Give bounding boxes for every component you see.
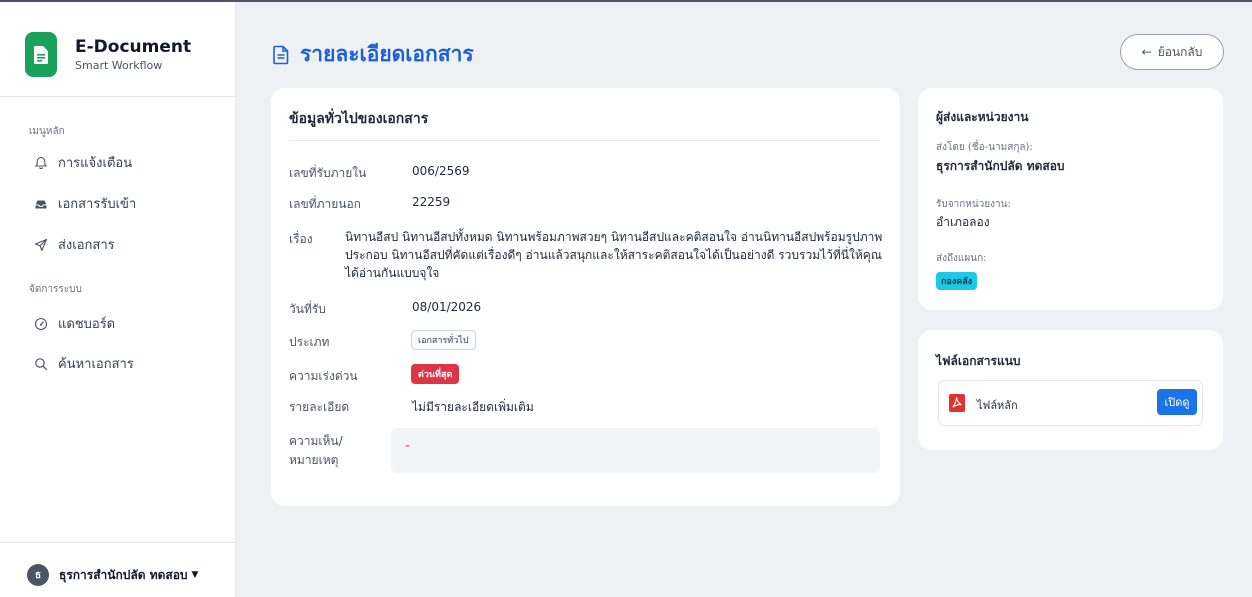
- avatar: ธ: [27, 564, 49, 586]
- remark-label: ความเห็น/ หมายเหตุ: [289, 432, 343, 470]
- sidebar-divider: [0, 96, 236, 97]
- arrow-left-icon: ←: [1141, 45, 1152, 59]
- internal-no-value: 006/2569: [412, 164, 470, 178]
- dept-badge: กองคลัง: [936, 272, 978, 290]
- sidebar-item-label: เอกสารรับเข้า: [58, 197, 137, 212]
- urgency-badge: ด่วนที่สุด: [411, 364, 460, 384]
- inbox-icon: [35, 200, 47, 208]
- gauge-icon: [34, 317, 48, 330]
- type-label: ประเภท: [289, 335, 330, 349]
- file-name: ไฟล์หลัก: [977, 399, 1018, 412]
- send-icon: [34, 238, 48, 251]
- card-title: ไฟล์เอกสารแนบ: [936, 354, 1021, 368]
- sidebar: E-Document Smart Workflow เมนูหลัก การแจ…: [0, 2, 236, 597]
- pdf-file-icon: [949, 394, 965, 412]
- document-logo-icon: [25, 32, 57, 77]
- sidebar-item-label: แดชบอร์ด: [58, 317, 116, 332]
- internal-no-label: เลขที่รับภายใน: [289, 166, 367, 180]
- sent-by-value: ธุรการสำนักปลัด ทดสอบ: [936, 159, 1065, 173]
- sidebar-item-incoming[interactable]: เอกสารรับเข้า: [34, 193, 136, 214]
- urgency-label: ความเร่งด่วน: [289, 369, 358, 383]
- remark-label-line1: ความเห็น/: [289, 434, 343, 448]
- sidebar-footer-divider: [0, 542, 236, 543]
- divider: [289, 140, 880, 141]
- document-info-card: ข้อมูลทั่วไปของเอกสาร เลขที่รับภายใน 006…: [271, 88, 900, 506]
- attachments-card: ไฟล์เอกสารแนบ ไฟล์หลัก เปิดดู: [918, 330, 1223, 450]
- document-icon: [273, 45, 289, 64]
- back-button-label: ย้อนกลับ: [1157, 44, 1203, 59]
- sender-card: ผู้ส่งและหน่วยงาน ส่งโดย (ชื่อ-นามสกุล):…: [918, 88, 1223, 310]
- page-title: รายละเอียดเอกสาร: [300, 42, 474, 66]
- sidebar-item-notifications[interactable]: การแจ้งเตือน: [34, 152, 132, 173]
- back-button[interactable]: ← ย้อนกลับ: [1120, 34, 1224, 70]
- search-icon: [35, 357, 48, 370]
- detail-value: ไม่มีรายละเอียดเพิ่มเติม: [412, 400, 534, 414]
- sidebar-item-label: ส่งเอกสาร: [58, 238, 115, 253]
- sidebar-item-search[interactable]: ค้นหาเอกสาร: [34, 353, 134, 374]
- remark-box: -: [391, 428, 880, 473]
- sidebar-item-send[interactable]: ส่งเอกสาร: [34, 234, 115, 255]
- user-menu[interactable]: ธ ธุรการสำนักปลัด ทดสอบ ▼: [27, 564, 198, 586]
- subject-label: เรื่อง: [289, 232, 313, 246]
- sidebar-section-main: เมนูหลัก: [29, 126, 65, 137]
- remark-value: -: [405, 438, 411, 454]
- sidebar-item-label: การแจ้งเตือน: [58, 156, 133, 171]
- sidebar-item-label: ค้นหาเอกสาร: [58, 357, 134, 372]
- sidebar-section-system: จัดการระบบ: [29, 284, 82, 295]
- external-no-value: 22259: [412, 195, 451, 209]
- card-title: ข้อมูลทั่วไปของเอกสาร: [289, 111, 429, 127]
- from-unit-value: อำเภอลอง: [936, 215, 990, 229]
- sidebar-item-dashboard[interactable]: แดชบอร์ด: [34, 313, 115, 334]
- app-subtitle: Smart Workflow: [75, 59, 163, 72]
- page-header: รายละเอียดเอกสาร: [272, 38, 474, 71]
- to-dept-label: ส่งถึงแผนก:: [936, 253, 987, 264]
- from-unit-label: รับจากหน่วยงาน:: [936, 199, 1011, 210]
- card-title: ผู้ส่งและหน่วยงาน: [936, 110, 1029, 124]
- subject-value: นิทานอีสป นิทานอีสปทั้งหมด นิทานพร้อมภาพ…: [345, 230, 883, 280]
- user-name: ธุรการสำนักปลัด ทดสอบ: [59, 567, 188, 582]
- open-file-button[interactable]: เปิดดู: [1157, 389, 1197, 415]
- sent-by-label: ส่งโดย (ชื่อ-นามสกุล):: [936, 142, 1033, 153]
- caret-down-icon: ▼: [191, 570, 199, 580]
- brand[interactable]: E-Document Smart Workflow: [25, 32, 191, 77]
- received-date-label: วันที่รับ: [289, 302, 326, 316]
- type-badge: เอกสารทั่วไป: [411, 330, 476, 350]
- detail-label: รายละเอียด: [289, 400, 350, 414]
- external-no-label: เลขที่ภายนอก: [289, 197, 361, 211]
- app-title: E-Document: [75, 37, 192, 57]
- remark-label-line2: หมายเหตุ: [289, 453, 339, 467]
- file-row: ไฟล์หลัก เปิดดู: [938, 380, 1203, 426]
- bell-icon: [34, 156, 48, 169]
- received-date-value: 08/01/2026: [412, 300, 482, 314]
